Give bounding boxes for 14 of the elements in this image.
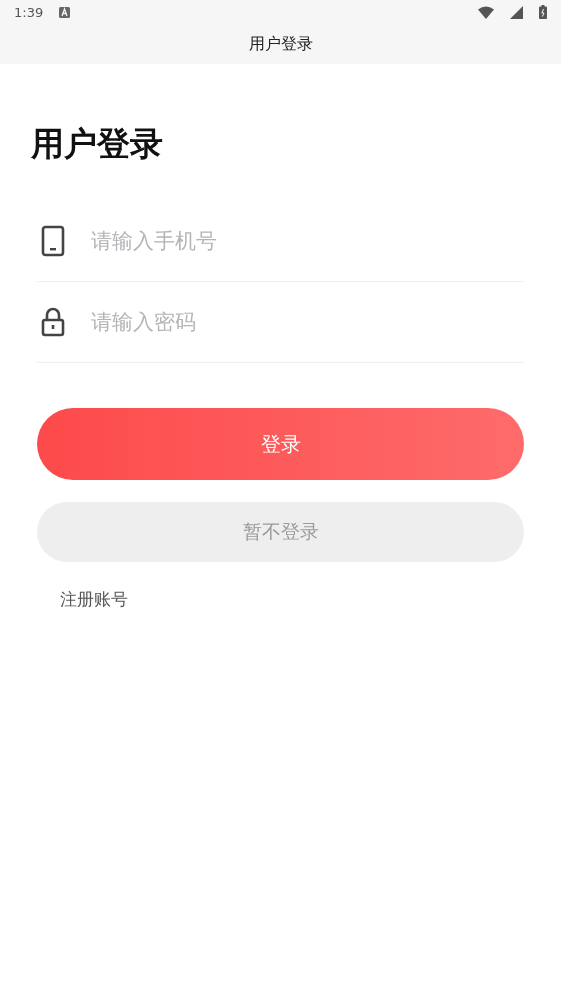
status-time: 1:39	[14, 4, 44, 20]
password-field[interactable]: 请输入密码	[91, 310, 524, 334]
battery-icon	[539, 5, 547, 19]
register-link[interactable]: 注册账号	[60, 588, 128, 611]
wifi-icon	[478, 5, 494, 19]
signal-icon	[510, 5, 523, 19]
phone-icon	[41, 225, 65, 257]
skip-login-button[interactable]: 暂不登录	[37, 502, 524, 562]
lock-icon	[41, 307, 65, 337]
header-title: 用户登录	[247, 32, 314, 55]
login-button[interactable]: 登录	[37, 408, 524, 480]
page-heading: 用户登录	[31, 123, 164, 165]
phone-field[interactable]: 请输入手机号	[91, 229, 524, 253]
notification-icon	[59, 6, 71, 18]
